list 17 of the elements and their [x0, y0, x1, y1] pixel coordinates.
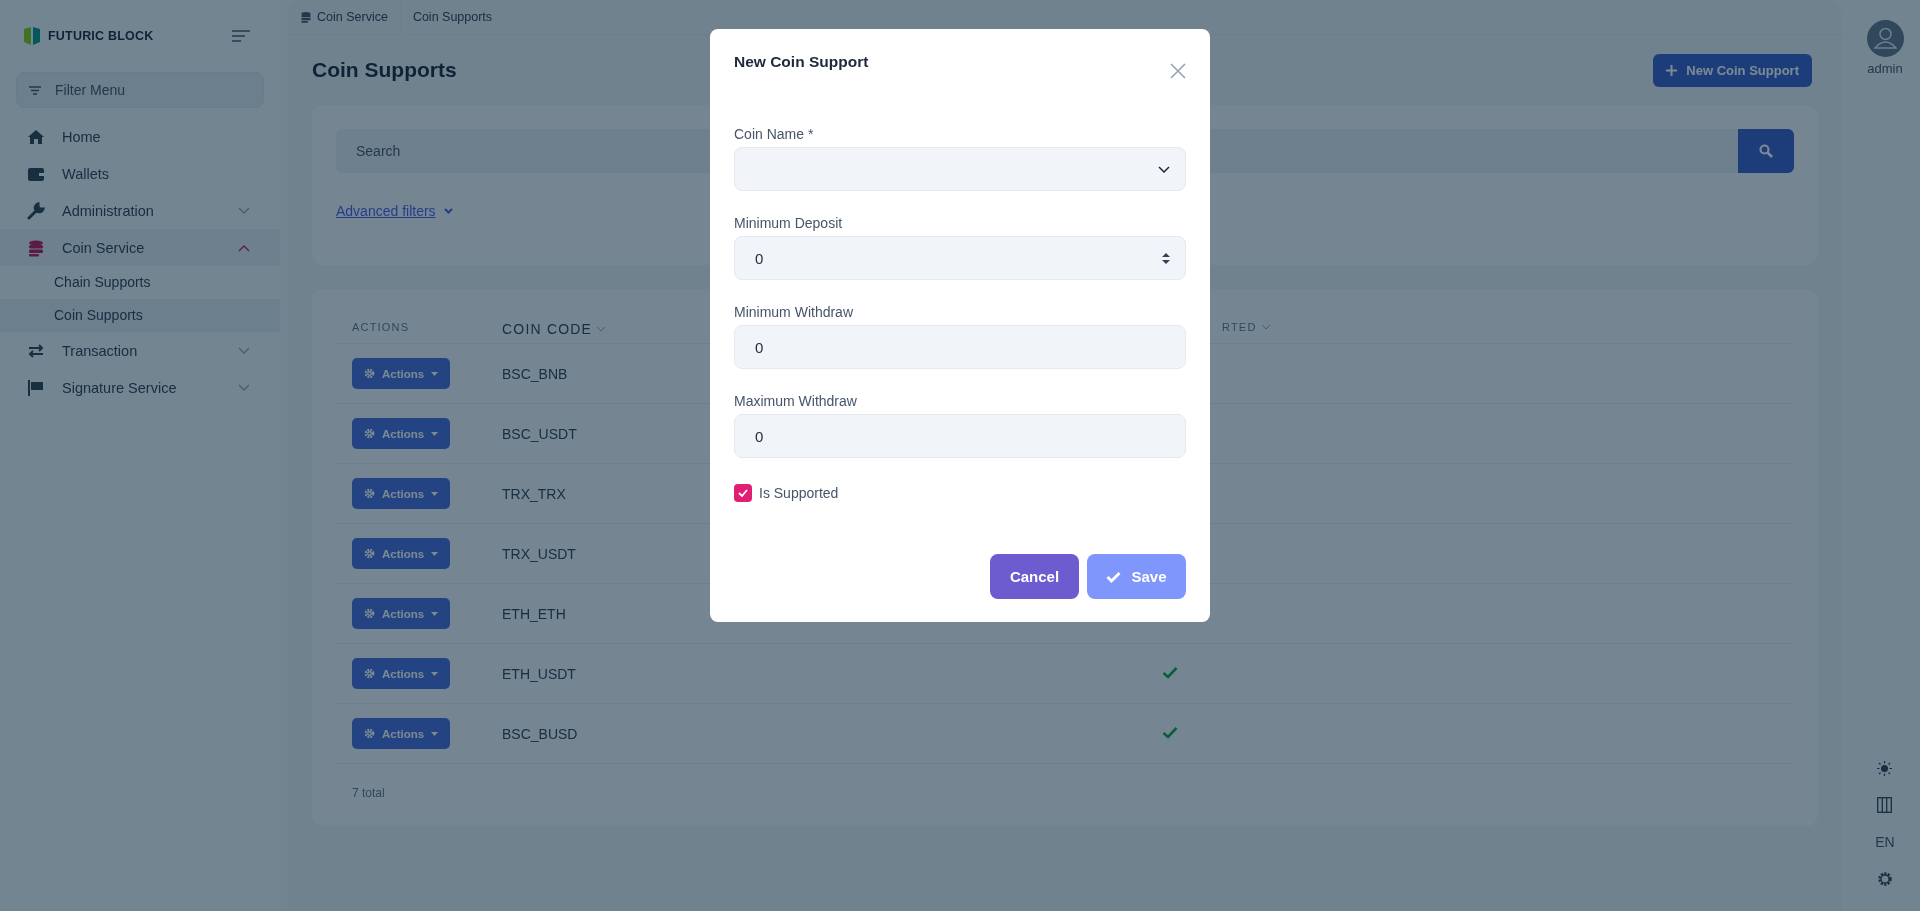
- field-label: Minimum Withdraw: [734, 304, 854, 321]
- user-name: admin: [1867, 61, 1903, 76]
- field-label: Maximum Withdraw: [734, 393, 858, 410]
- page-title: Coin Supports: [312, 58, 457, 82]
- table-cell: ETH_ETH: [502, 605, 566, 622]
- table-cell: TRX_USDT: [502, 545, 576, 562]
- total-count: 7 total: [351, 785, 386, 800]
- table-cell: ETH_USDT: [502, 665, 576, 682]
- brand-name: FUTURIC BLOCK: [48, 29, 154, 43]
- field-label: Minimum Deposit: [734, 215, 844, 232]
- column-header: ACTIONS: [352, 321, 410, 333]
- table-cell: TRX_TRX: [502, 485, 566, 502]
- table-cell: BSC_BUSD: [502, 725, 578, 742]
- table-cell: BSC_USDT: [502, 425, 577, 442]
- table-cell: BSC_BNB: [502, 365, 568, 382]
- field-label: Coin Name *: [734, 126, 815, 143]
- dialog-title: New Coin Support: [734, 53, 869, 71]
